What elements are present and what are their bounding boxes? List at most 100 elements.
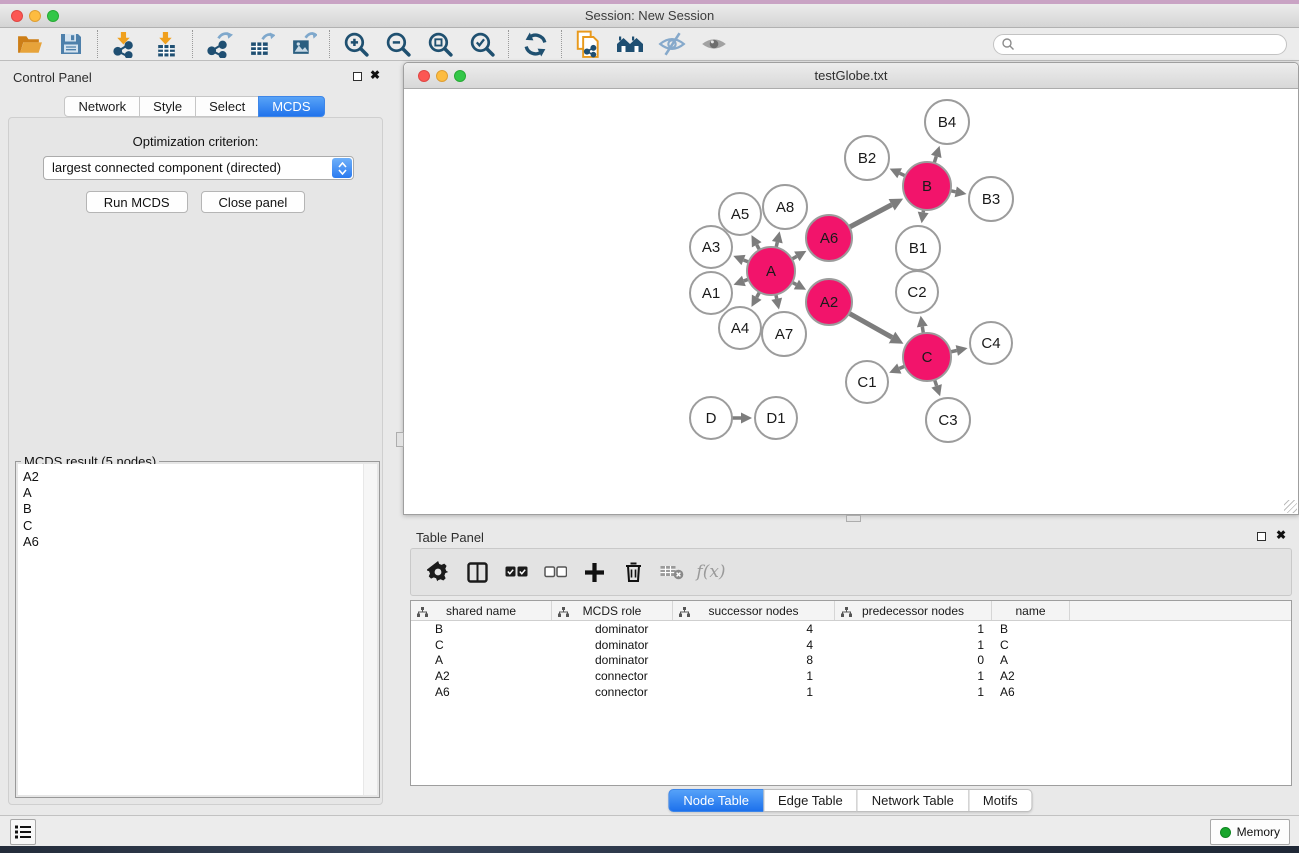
result-list-scrollbar[interactable] (363, 464, 377, 795)
task-history-button[interactable] (10, 819, 36, 845)
close-table-panel-icon[interactable]: ✖ (1276, 528, 1286, 542)
node-A7[interactable]: A7 (762, 312, 806, 356)
home-button[interactable] (609, 28, 651, 60)
import-network-button[interactable] (103, 28, 145, 60)
node-B3[interactable]: B3 (969, 177, 1013, 221)
tab-network[interactable]: Network (64, 96, 140, 117)
result-item-a6[interactable]: A6 (18, 534, 377, 550)
minimize-window-button[interactable] (29, 10, 41, 22)
result-item-c[interactable]: C (18, 518, 377, 534)
toolbar-separator (329, 30, 330, 58)
table-settings-button[interactable] (424, 558, 452, 586)
result-item-b[interactable]: B (18, 501, 377, 517)
tab-edge-table[interactable]: Edge Table (763, 789, 858, 812)
node-C2[interactable]: C2 (896, 271, 938, 313)
app-titlebar[interactable]: Session: New Session (0, 4, 1299, 28)
table-row-a[interactable]: Adominator80A (411, 653, 1291, 669)
result-item-a2[interactable]: A2 (18, 469, 377, 485)
tab-style[interactable]: Style (139, 96, 196, 117)
search-input[interactable] (1015, 36, 1286, 53)
delete-table-button[interactable] (658, 558, 686, 586)
node-A2[interactable]: A2 (806, 279, 852, 325)
open-session-button[interactable] (8, 28, 50, 60)
node-B[interactable]: B (903, 162, 951, 210)
show-column-button[interactable] (463, 558, 491, 586)
cell: C (992, 638, 1070, 652)
zoom-out-button[interactable] (377, 28, 419, 60)
cell: 0 (835, 653, 992, 667)
close-panel-icon[interactable]: ✖ (370, 68, 380, 82)
result-item-a[interactable]: A (18, 485, 377, 501)
zoom-in-button[interactable] (335, 28, 377, 60)
splitpane-vertical-grip[interactable] (396, 432, 404, 447)
table-row-b[interactable]: Bdominator41B (411, 621, 1291, 637)
select-all-checks-button[interactable] (502, 558, 530, 586)
float-panel-icon[interactable] (353, 72, 362, 81)
apply-layout-button[interactable] (514, 28, 556, 60)
zoom-network-window-button[interactable] (454, 70, 466, 82)
node-A4[interactable]: A4 (719, 307, 761, 349)
node-C[interactable]: C (903, 333, 951, 381)
save-session-button[interactable] (50, 28, 92, 60)
node-B2[interactable]: B2 (845, 136, 889, 180)
export-network-button[interactable] (198, 28, 240, 60)
search-field[interactable] (993, 34, 1287, 55)
table-panel-title: Table Panel (416, 530, 484, 545)
tab-mcds[interactable]: MCDS (258, 96, 324, 117)
column-header-name[interactable]: name (992, 601, 1070, 620)
node-A3[interactable]: A3 (690, 226, 732, 268)
close-panel-button[interactable]: Close panel (201, 191, 306, 213)
clear-all-checks-button[interactable] (541, 558, 569, 586)
export-image-button[interactable] (282, 28, 324, 60)
node-C1[interactable]: C1 (846, 361, 888, 403)
node-D1[interactable]: D1 (755, 397, 797, 439)
table-row-a2[interactable]: A2connector11A2 (411, 668, 1291, 684)
node-A1[interactable]: A1 (690, 272, 732, 314)
node-C3[interactable]: C3 (926, 398, 970, 442)
function-builder-button[interactable]: f(x) (697, 558, 725, 586)
export-table-button[interactable] (240, 28, 282, 60)
node-A5[interactable]: A5 (719, 193, 761, 235)
criterion-dropdown[interactable]: largest connected component (directed) (43, 156, 354, 180)
optimization-criterion-label: Optimization criterion: (9, 134, 382, 149)
zoom-in-icon (343, 31, 370, 58)
delete-row-button[interactable] (619, 558, 647, 586)
run-mcds-button[interactable]: Run MCDS (86, 191, 188, 213)
zoom-selected-button[interactable] (461, 28, 503, 60)
import-public-databases-button[interactable] (567, 28, 609, 60)
close-network-window-button[interactable] (418, 70, 430, 82)
node-B1[interactable]: B1 (896, 226, 940, 270)
node-D[interactable]: D (690, 397, 732, 439)
tab-select[interactable]: Select (195, 96, 259, 117)
column-header-predecessor-nodes[interactable]: predecessor nodes (835, 601, 992, 620)
show-graphics-details-button[interactable] (693, 28, 735, 60)
minimize-network-window-button[interactable] (436, 70, 448, 82)
window-resize-grip[interactable] (1284, 500, 1297, 513)
zoom-fit-button[interactable] (419, 28, 461, 60)
cell: connector (552, 669, 673, 683)
column-header-shared-name[interactable]: shared name (411, 601, 552, 620)
node-C4[interactable]: C4 (970, 322, 1012, 364)
network-window-titlebar[interactable]: testGlobe.txt (404, 63, 1298, 89)
close-window-button[interactable] (11, 10, 23, 22)
gear-icon (427, 561, 449, 583)
tab-network-table[interactable]: Network Table (857, 789, 969, 812)
tab-node-table[interactable]: Node Table (668, 789, 764, 812)
import-table-button[interactable] (145, 28, 187, 60)
column-header-successor-nodes[interactable]: successor nodes (673, 601, 835, 620)
table-row-c[interactable]: Cdominator41C (411, 637, 1291, 653)
memory-button[interactable]: Memory (1210, 819, 1290, 845)
hide-graphics-details-button[interactable] (651, 28, 693, 60)
node-A[interactable]: A (747, 247, 795, 295)
network-canvas[interactable]: A A1 A2 A3 A4 A5 A6 A7 A8 B B1 B2 B3B4 C C1 C2 C3C4 D D1 (404, 89, 1298, 514)
node-A6[interactable]: A6 (806, 215, 852, 261)
column-header-MCDS-role[interactable]: MCDS role (552, 601, 673, 620)
tab-motifs[interactable]: Motifs (968, 789, 1033, 812)
zoom-window-button[interactable] (47, 10, 59, 22)
float-table-panel-icon[interactable] (1257, 532, 1266, 541)
dropdown-stepper-icon[interactable] (332, 158, 352, 178)
add-row-button[interactable] (580, 558, 608, 586)
table-row-a6[interactable]: A6connector11A6 (411, 684, 1291, 700)
node-B4[interactable]: B4 (925, 100, 969, 144)
node-A8[interactable]: A8 (763, 185, 807, 229)
